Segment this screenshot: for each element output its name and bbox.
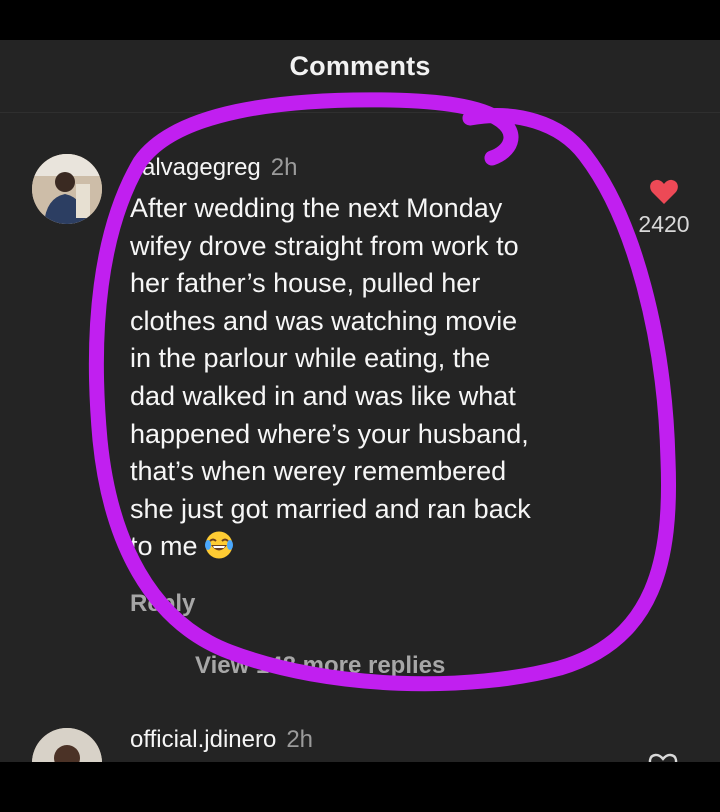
view-replies-link[interactable]: View 148 more replies <box>195 652 445 680</box>
comment-username[interactable]: salvagegreg <box>130 154 261 181</box>
header: Comments <box>0 40 720 92</box>
avatar[interactable] <box>32 728 102 762</box>
comment-meta: salvagegreg 2h <box>130 152 620 184</box>
like-button[interactable]: 2420 <box>634 178 694 238</box>
comment: salvagegreg 2h After wedding the next Mon… <box>130 152 620 566</box>
avatar[interactable] <box>32 154 102 224</box>
header-divider <box>0 112 720 113</box>
comment-time: 2h <box>270 154 298 181</box>
comment-time: 2h <box>286 726 314 753</box>
reply-button[interactable]: Reply <box>130 590 195 618</box>
comment-text: After wedding the next Monday wifey drov… <box>130 190 620 566</box>
heart-filled-icon[interactable] <box>649 178 679 205</box>
page-title: Comments <box>289 50 431 81</box>
like-count: 2420 <box>638 211 690 237</box>
comment-username[interactable]: official.jdinero <box>130 726 276 753</box>
comment: official.jdinero 2h <box>130 724 313 756</box>
comments-screen: Comments salvagegreg 2h After wedding the… <box>0 40 720 762</box>
laughing-emoji-icon <box>204 531 233 559</box>
comment-body: After wedding the next Monday wifey drov… <box>130 193 531 562</box>
heart-outline-icon[interactable] <box>648 752 678 762</box>
comment-meta: official.jdinero 2h <box>130 724 313 756</box>
